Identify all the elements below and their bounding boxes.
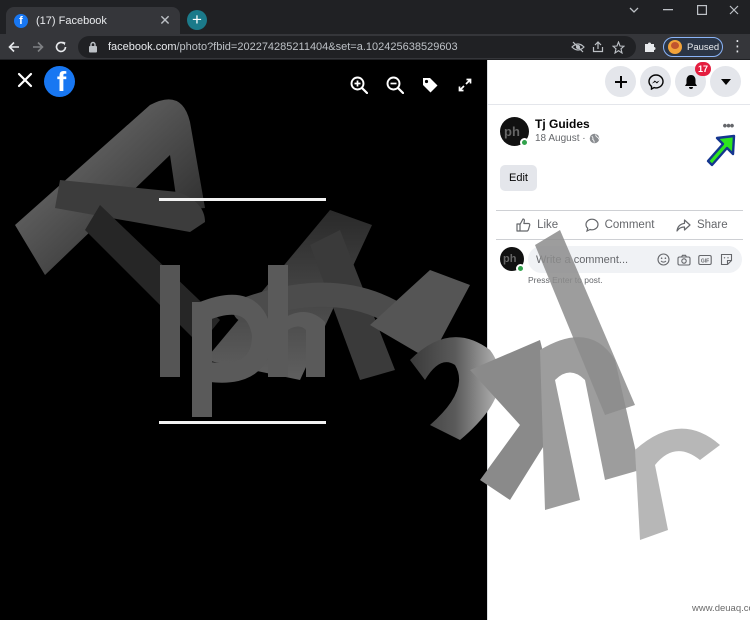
browser-tab[interactable]: f (17) Facebook ✕ bbox=[6, 7, 180, 34]
lock-icon[interactable] bbox=[86, 40, 100, 54]
address-bar[interactable]: facebook.com/photo?fbid=202274285211404&… bbox=[78, 36, 636, 58]
url-host: facebook.com bbox=[108, 41, 177, 53]
tag-icon[interactable] bbox=[420, 75, 440, 95]
post-author[interactable]: Tj Guides bbox=[535, 117, 590, 131]
messenger-button[interactable] bbox=[640, 66, 671, 97]
facebook-favicon-icon: f bbox=[14, 13, 28, 28]
comment-input[interactable] bbox=[536, 253, 650, 266]
close-viewer-icon[interactable] bbox=[15, 70, 35, 90]
share-button[interactable]: Share bbox=[661, 211, 743, 239]
globe-icon bbox=[589, 133, 599, 144]
online-status-dot bbox=[520, 138, 529, 147]
profile-status: Paused bbox=[687, 41, 720, 53]
browser-toolbar: facebook.com/photo?fbid=202274285211404&… bbox=[0, 34, 750, 60]
plus-icon bbox=[614, 75, 627, 88]
comment-composer[interactable]: GIF bbox=[528, 246, 742, 273]
url-text[interactable]: facebook.com/photo?fbid=202274285211404&… bbox=[108, 41, 568, 53]
post-panel: 17 ph Tj Guides 18 August · ••• Edit Lik… bbox=[487, 60, 750, 620]
back-icon[interactable] bbox=[4, 37, 24, 57]
like-label: Like bbox=[537, 219, 559, 231]
new-tab-button[interactable]: + bbox=[187, 10, 207, 30]
gif-icon[interactable]: GIF bbox=[697, 252, 713, 268]
post-meta: 18 August · bbox=[535, 133, 600, 144]
press-enter-hint: Press Enter to post. bbox=[528, 275, 603, 285]
comment-label: Comment bbox=[604, 219, 655, 231]
comment-button[interactable]: Comment bbox=[578, 211, 660, 239]
browser-menu-icon[interactable]: ⋮ bbox=[730, 37, 745, 57]
watermark-text: www.deuaq.com bbox=[692, 603, 750, 614]
share-label: Share bbox=[696, 219, 728, 231]
profile-button[interactable]: Paused bbox=[663, 37, 723, 57]
minimize-icon[interactable] bbox=[616, 0, 652, 20]
post-date[interactable]: 18 August · bbox=[535, 133, 586, 144]
share-page-icon[interactable] bbox=[588, 39, 608, 55]
tab-close-icon[interactable]: ✕ bbox=[158, 12, 172, 29]
bookmark-star-icon[interactable] bbox=[608, 39, 628, 55]
like-icon bbox=[516, 218, 531, 232]
zoom-out-icon[interactable] bbox=[385, 75, 405, 95]
tab-strip: f (17) Facebook ✕ + bbox=[0, 0, 750, 34]
like-button[interactable]: Like bbox=[496, 211, 578, 239]
edit-button[interactable]: Edit bbox=[500, 165, 537, 191]
messenger-icon bbox=[647, 73, 664, 90]
minimize-window-icon[interactable] bbox=[650, 0, 686, 20]
emoji-icon[interactable] bbox=[655, 252, 671, 268]
commenter-online-dot bbox=[516, 264, 525, 273]
post-actions: Like Comment Share bbox=[496, 210, 743, 240]
account-menu-button[interactable] bbox=[710, 66, 741, 97]
facebook-logo-icon[interactable]: f bbox=[44, 66, 75, 97]
svg-text:GIF: GIF bbox=[701, 258, 709, 264]
profile-avatar bbox=[668, 40, 682, 54]
notification-badge: 17 bbox=[695, 62, 712, 76]
extensions-puzzle-icon[interactable] bbox=[640, 37, 660, 57]
zoom-in-icon[interactable] bbox=[349, 75, 369, 95]
sticker-icon[interactable] bbox=[718, 252, 734, 268]
annotation-arrow-icon bbox=[706, 134, 736, 167]
create-button[interactable] bbox=[605, 66, 636, 97]
maximize-icon[interactable] bbox=[684, 0, 720, 20]
share-icon bbox=[676, 218, 691, 232]
photo-viewer: f bbox=[0, 60, 487, 620]
caret-down-icon bbox=[720, 78, 731, 85]
comment-icon bbox=[584, 218, 599, 232]
window-close-icon[interactable] bbox=[716, 0, 750, 20]
reload-icon[interactable] bbox=[51, 37, 71, 57]
eye-off-icon[interactable] bbox=[568, 39, 588, 55]
url-path: /photo?fbid=202274285211404&set=a.102425… bbox=[176, 41, 458, 53]
fullscreen-icon[interactable] bbox=[455, 75, 475, 95]
forward-icon[interactable] bbox=[28, 37, 48, 57]
tab-title: (17) Facebook bbox=[36, 14, 107, 27]
facebook-top-nav: 17 bbox=[488, 60, 750, 105]
bell-icon bbox=[684, 74, 697, 89]
camera-icon[interactable] bbox=[676, 252, 692, 268]
